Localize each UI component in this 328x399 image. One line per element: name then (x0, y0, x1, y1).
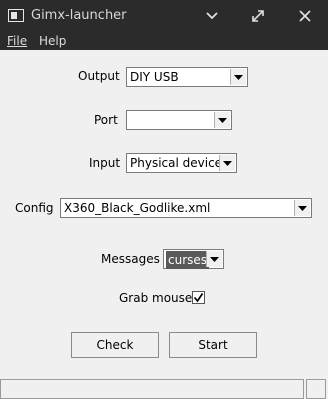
dropdown-arrow-icon (206, 251, 222, 267)
dropdown-arrow-icon (219, 155, 235, 171)
title-bar[interactable]: Gimx-launcher (0, 0, 328, 32)
checkmark-icon (193, 293, 204, 303)
menu-help[interactable]: Help (39, 34, 66, 48)
input-select[interactable]: Physical devices (126, 153, 237, 173)
config-select[interactable]: X360_Black_Godlike.xml (60, 198, 312, 218)
messages-select[interactable]: curses (163, 249, 224, 269)
menu-help-label: Help (39, 34, 67, 48)
maximize-button[interactable] (242, 0, 274, 32)
start-button-label: Start (198, 338, 228, 352)
start-button[interactable]: Start (169, 332, 257, 358)
port-label: Port (94, 113, 118, 127)
chevron-down-icon (206, 12, 218, 20)
messages-label: Messages (101, 252, 160, 266)
status-bar (0, 377, 328, 399)
dropdown-arrow-icon (214, 112, 230, 128)
check-button-label: Check (96, 338, 134, 352)
app-window-icon (8, 9, 24, 22)
gimx-launcher-window: Gimx-launcher File Help Output DIY USB P… (0, 0, 328, 399)
output-select[interactable]: DIY USB (126, 67, 248, 87)
input-value: Physical devices (130, 156, 229, 170)
status-field-secondary (306, 379, 326, 399)
output-label: Output (78, 69, 120, 83)
window-title: Gimx-launcher (31, 8, 127, 23)
config-value: X360_Black_Godlike.xml (64, 201, 211, 215)
output-value: DIY USB (130, 70, 179, 84)
minimize-button[interactable] (196, 0, 228, 32)
port-select[interactable] (126, 110, 232, 130)
grab-mouse-checkbox[interactable] (192, 291, 205, 304)
menu-file[interactable]: File (7, 34, 27, 48)
menu-file-label: File (7, 34, 28, 48)
grab-mouse-label: Grab mouse (119, 291, 193, 305)
config-label: Config (15, 201, 54, 215)
input-label: Input (89, 156, 121, 170)
close-button[interactable] (289, 0, 321, 32)
expand-icon (252, 10, 264, 22)
dropdown-arrow-icon (230, 69, 246, 85)
menu-bar: File Help (0, 32, 328, 50)
messages-value: curses (166, 251, 210, 269)
close-icon (299, 10, 311, 22)
dropdown-arrow-icon (294, 200, 310, 216)
check-button[interactable]: Check (71, 332, 159, 358)
status-field-main (0, 379, 304, 399)
